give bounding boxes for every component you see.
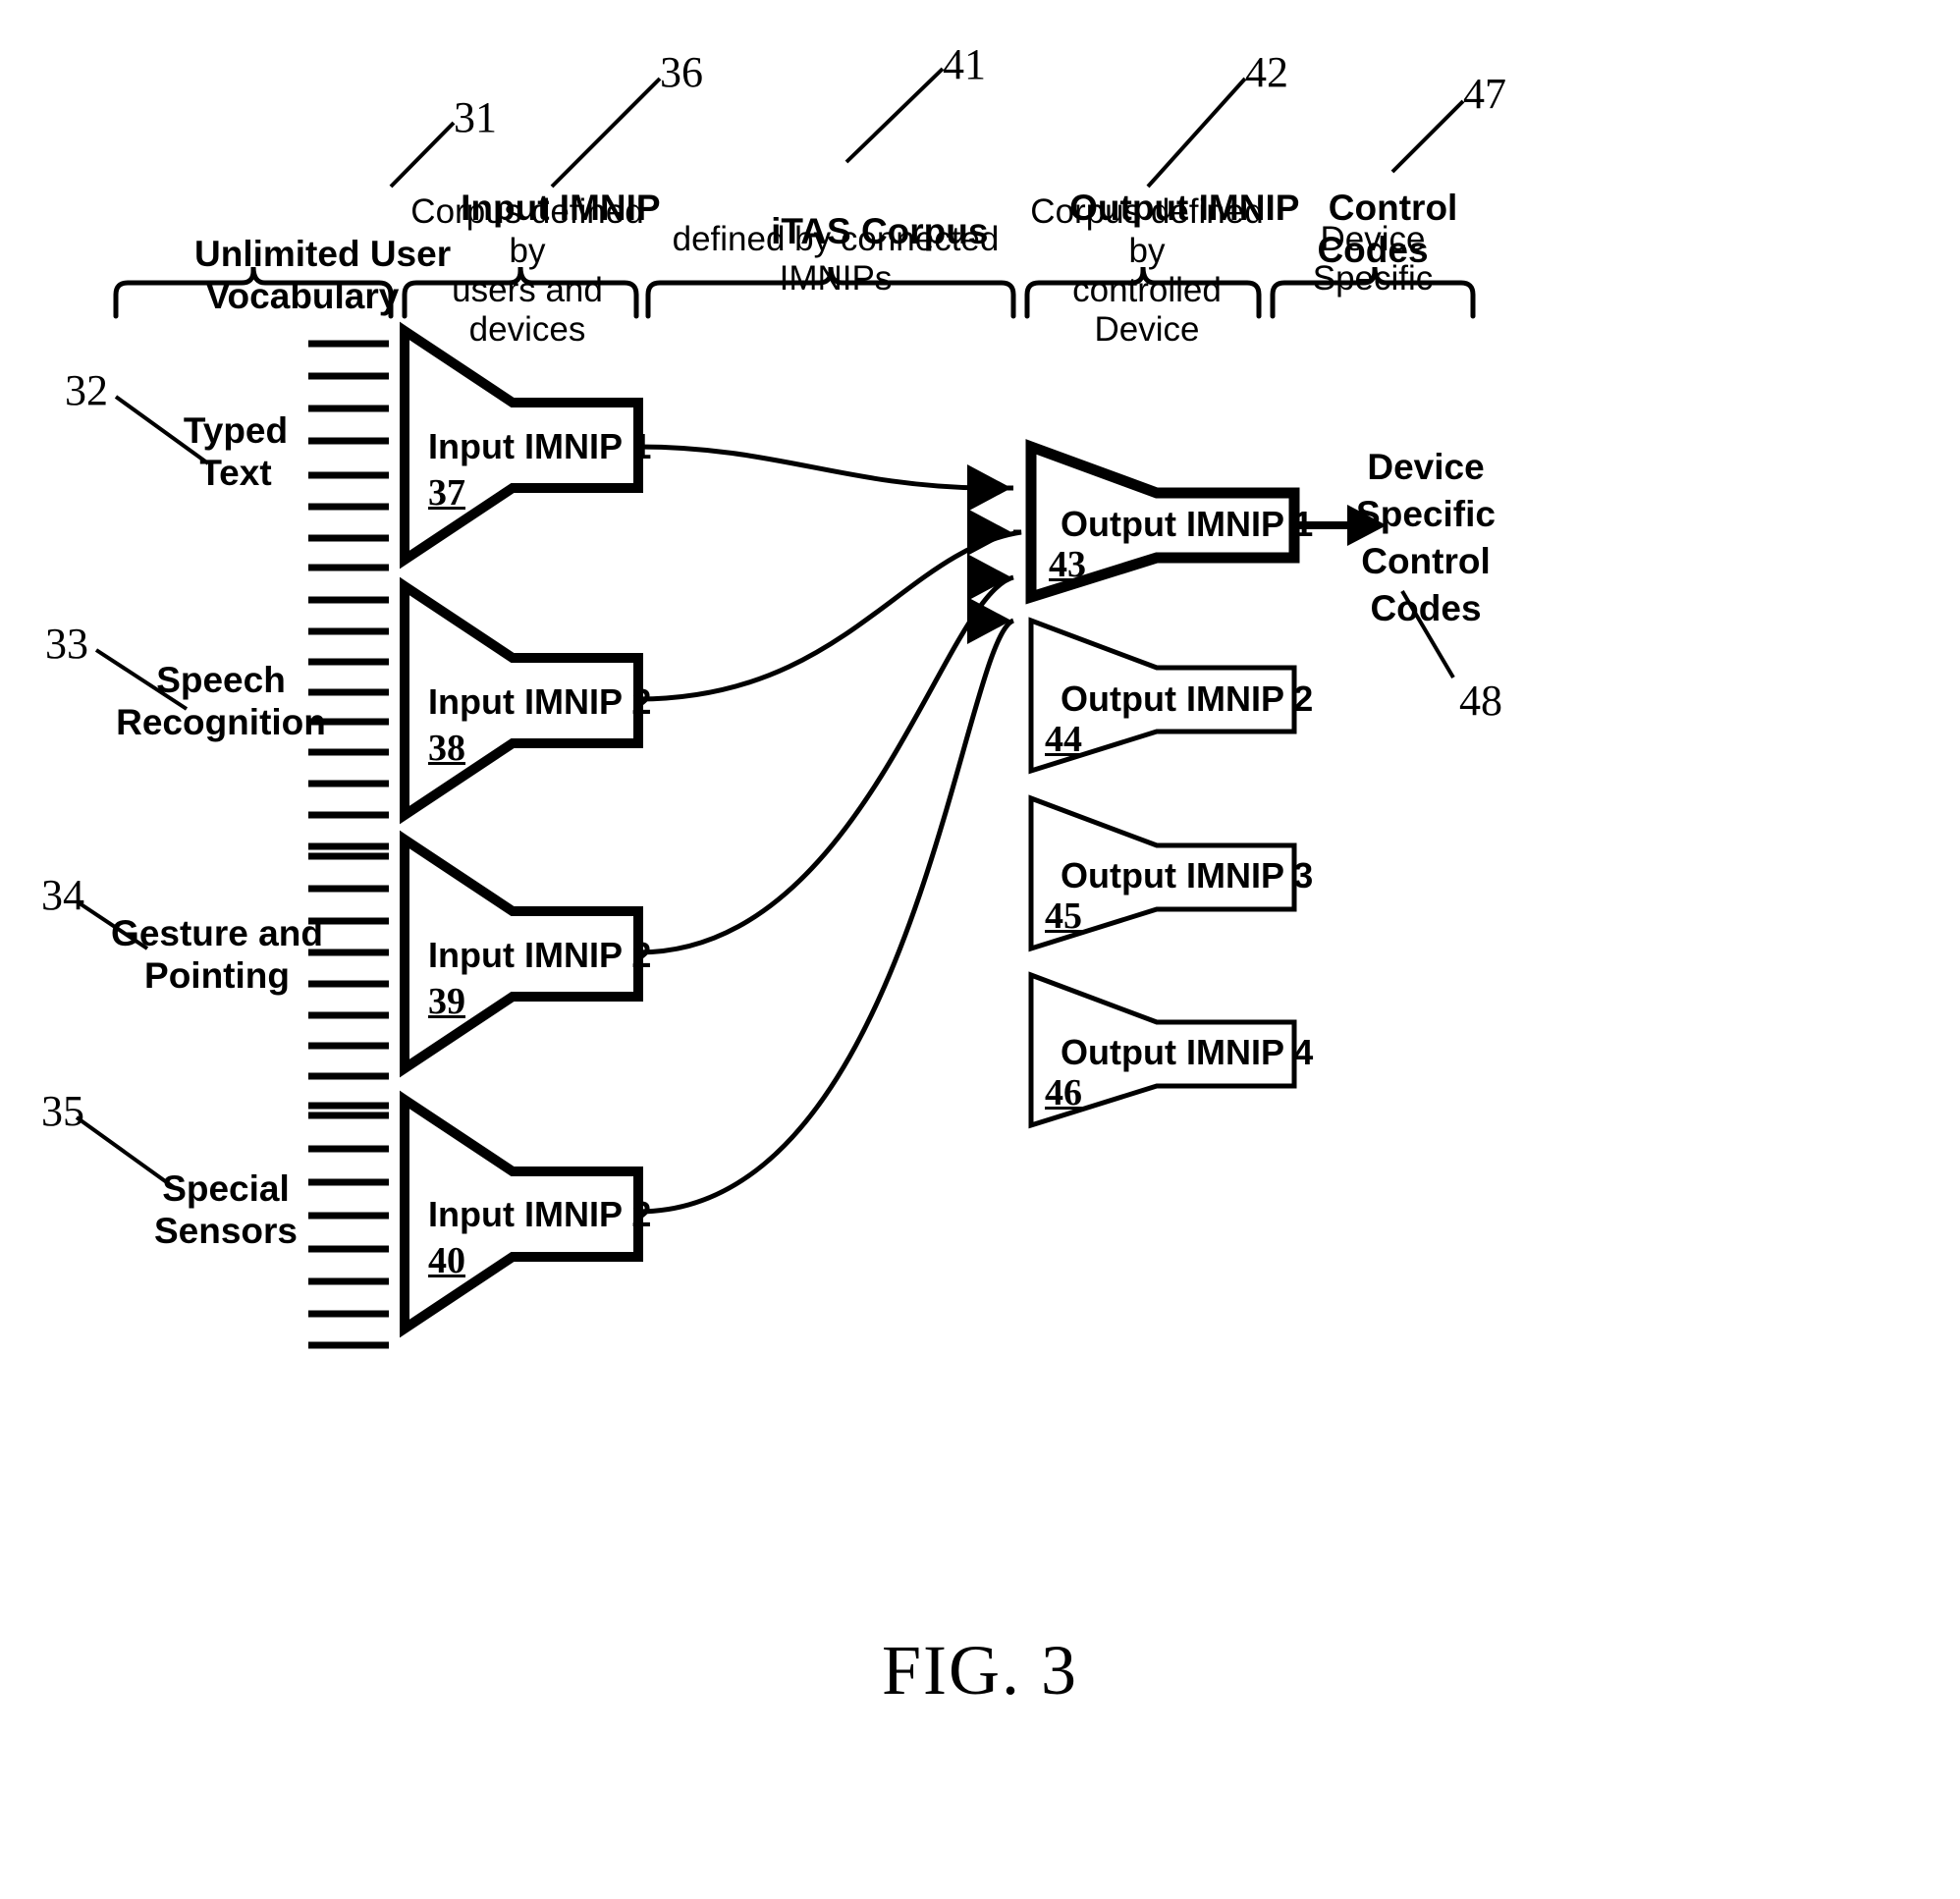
output-imnip-4-label: Output IMNIP 4 [1061,1032,1314,1072]
patent-figure-page: 31 36 41 42 47 Unlimited User Vocabulary … [0,0,1960,1899]
input-imnip-4-number: 40 [428,1240,465,1281]
leader-line-41 [844,67,945,164]
itas-connection-curves [637,444,1022,1215]
output-imnip-1-number: 43 [1049,544,1086,585]
column-subtitle-itas-corpus: defined by connected IMNIPs [672,220,1000,298]
output-imnip-3-number: 45 [1045,895,1082,937]
connection-curve-2 [637,529,1022,702]
connection-curve-3 [637,574,1014,955]
modality-label-gesture-and-pointing: Gesture and Pointing [111,913,323,996]
input-imnip-3-label: Input IMNIP 2 [428,935,652,975]
output-imnip-1-label: Output IMNIP 1 [1061,504,1314,544]
arrowhead-2 [967,509,1011,556]
input-imnip-4-label: Input IMNIP 2 [428,1194,652,1234]
column-subtitle-control-codes: Device Specific [1312,220,1434,298]
arrowhead-3 [967,554,1011,601]
figure-caption: FIG. 3 [881,1631,1078,1709]
ref-number-48: 48 [1459,677,1502,725]
connection-curve-1 [637,444,1013,491]
ref-number-36: 36 [660,48,703,96]
connection-curve-4 [637,618,1015,1215]
input-imnip-3-number: 39 [428,981,465,1022]
input-imnip-2-number: 38 [428,728,465,769]
modality-label-speech-recognition: Speech Recognition [116,660,326,742]
output-imnip-4-number: 46 [1045,1072,1082,1113]
output-imnip-2-label: Output IMNIP 2 [1061,678,1314,719]
ref-number-35: 35 [41,1087,84,1135]
modality-label-typed-text: Typed Text [183,410,289,493]
ref-number-31: 31 [454,93,497,141]
ref-number-42: 42 [1245,48,1288,96]
ref-number-41: 41 [943,40,986,88]
column-subtitle-output-imnip: Corpus defined by controlled Device [1030,192,1264,349]
ref-number-34: 34 [41,871,84,919]
device-specific-control-codes-label: Device Specific Control Codes [1356,447,1496,629]
modality-label-special-sensors: Special Sensors [153,1168,298,1251]
column-subtitle-input-imnip: Corpus defined by users and devices [410,192,644,349]
ref-number-47: 47 [1463,70,1506,118]
ref-number-33: 33 [45,620,88,668]
ref-number-32: 32 [65,366,108,414]
output-imnip-2-number: 44 [1045,719,1082,760]
input-imnip-1-number: 37 [428,472,465,514]
arrowhead-4 [967,597,1011,644]
input-imnip-2-label: Input IMNIP 2 [428,681,652,722]
arrowhead-1 [967,464,1011,512]
output-imnip-3-label: Output IMNIP 3 [1061,855,1314,895]
input-imnip-1-label: Input IMNIP 1 [428,426,652,466]
